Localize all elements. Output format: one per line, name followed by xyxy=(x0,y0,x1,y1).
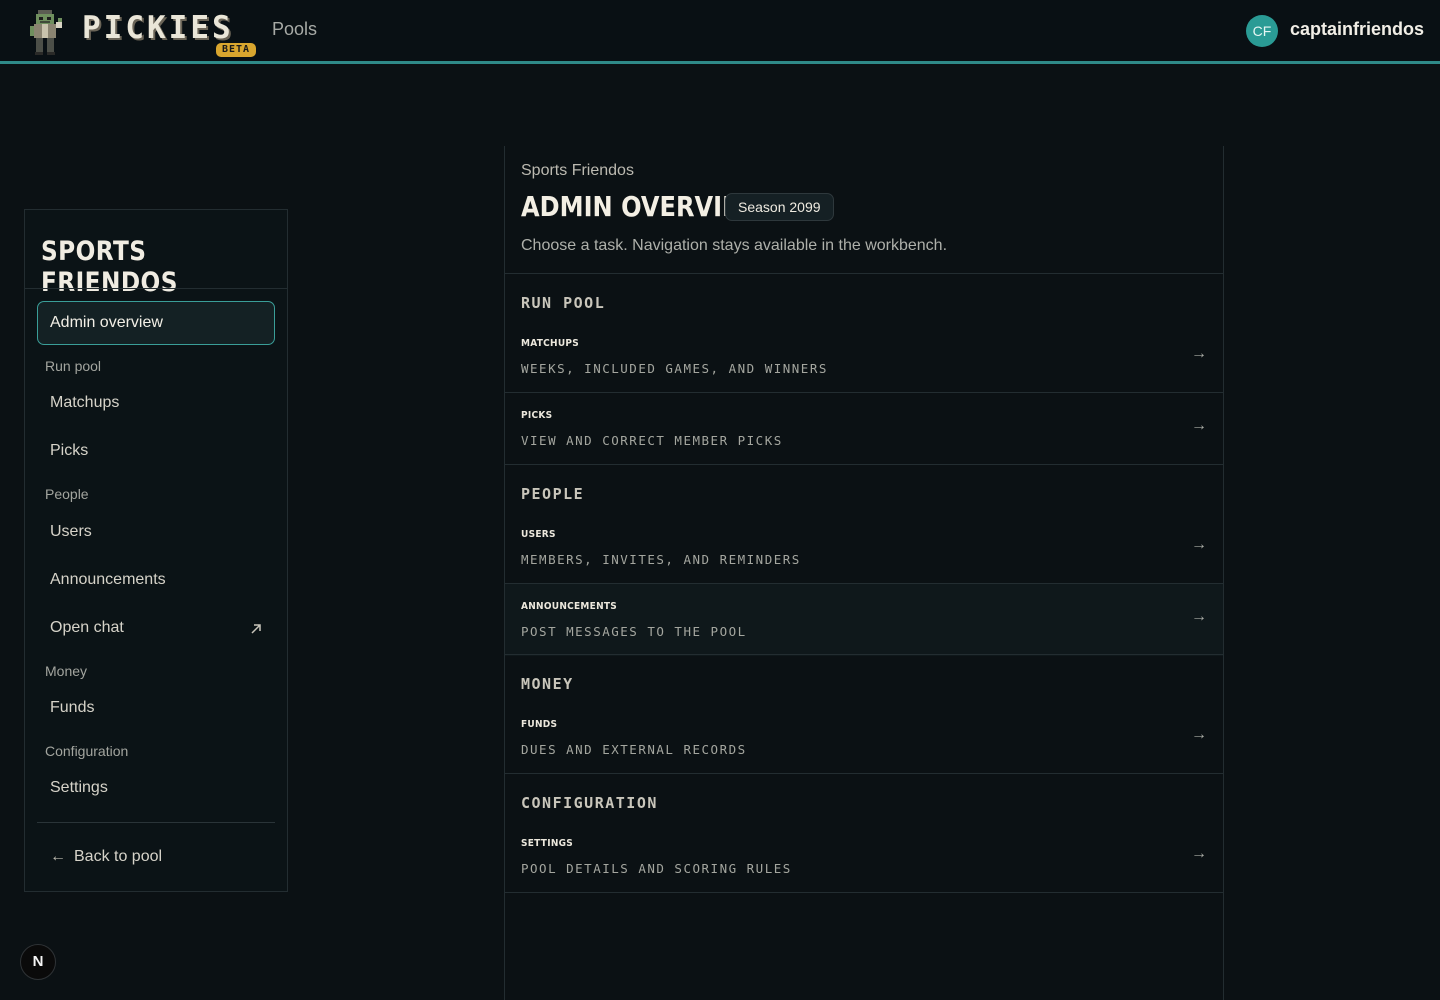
user-avatar[interactable]: CF xyxy=(1246,15,1278,47)
dev-tools-badge[interactable]: N xyxy=(20,944,56,980)
section-heading-configuration: CONFIGURATION xyxy=(521,794,658,812)
task-description: DUES AND EXTERNAL RECORDS xyxy=(521,742,747,757)
task-title: SETTINGS xyxy=(521,838,574,849)
right-arrow-icon: → xyxy=(1191,608,1207,625)
task-row-announcements[interactable]: ANNOUNCEMENTS POST MESSAGES TO THE POOL … xyxy=(505,584,1223,656)
task-title: USERS xyxy=(521,529,556,540)
breadcrumb: Sports Friendos xyxy=(521,162,634,179)
sidebar-item-admin-overview[interactable]: Admin overview xyxy=(37,301,275,345)
task-row-picks[interactable]: PICKS VIEW AND CORRECT MEMBER PICKS → xyxy=(505,393,1223,465)
page-subtitle: Choose a task. Navigation stays availabl… xyxy=(521,237,948,254)
admin-sidebar: Sports Friendos Admin overview Run pool … xyxy=(24,209,288,892)
sidebar-item-settings[interactable]: Settings xyxy=(50,779,108,797)
task-row-settings[interactable]: SETTINGS POOL DETAILS AND SCORING RULES … xyxy=(505,821,1223,893)
section-divider xyxy=(505,273,1223,274)
task-title: ANNOUNCEMENTS xyxy=(521,601,618,612)
right-arrow-icon: → xyxy=(1191,536,1207,553)
back-to-pool-link[interactable]: ← Back to pool xyxy=(50,848,162,866)
task-description: VIEW AND CORRECT MEMBER PICKS xyxy=(521,433,783,448)
season-badge: Season 2099 xyxy=(725,193,834,221)
sidebar-divider xyxy=(37,822,275,823)
right-arrow-icon: → xyxy=(1191,345,1207,362)
sidebar-group-run-pool: Run pool xyxy=(45,358,102,374)
task-title: FUNDS xyxy=(521,719,558,730)
section-divider xyxy=(505,773,1223,774)
sidebar-item-announcements[interactable]: Announcements xyxy=(50,571,166,589)
admin-overview-panel: Sports Friendos Admin Overview Season 20… xyxy=(504,146,1224,1000)
sidebar-item-funds[interactable]: Funds xyxy=(50,699,94,717)
user-name[interactable]: captainfriendos xyxy=(1290,19,1424,40)
nav-link-pools[interactable]: Pools xyxy=(272,19,317,40)
back-to-pool-label: Back to pool xyxy=(74,848,163,865)
external-link-arrow-icon[interactable] xyxy=(249,622,263,636)
task-description: WEEKS, INCLUDED GAMES, AND WINNERS xyxy=(521,361,828,376)
section-divider xyxy=(505,654,1223,655)
right-arrow-icon: → xyxy=(1191,726,1207,743)
beta-badge: BETA xyxy=(216,43,257,57)
section-heading-run-pool: RUN POOL xyxy=(521,294,606,312)
right-arrow-icon: → xyxy=(1191,417,1207,434)
sidebar-item-open-chat[interactable]: Open chat xyxy=(50,619,124,637)
task-description: MEMBERS, INVITES, AND REMINDERS xyxy=(521,552,801,567)
section-divider xyxy=(505,892,1223,893)
sidebar-divider xyxy=(25,288,287,289)
sidebar-group-configuration: Configuration xyxy=(45,743,129,759)
sidebar-item-matchups[interactable]: Matchups xyxy=(50,394,119,412)
sidebar-group-money: Money xyxy=(45,663,88,679)
section-divider xyxy=(505,464,1223,465)
pixel-zombie-mascot-icon[interactable] xyxy=(28,8,68,56)
task-title: PICKS xyxy=(521,410,553,421)
right-arrow-icon: → xyxy=(1191,845,1207,862)
task-row-funds[interactable]: FUNDS DUES AND EXTERNAL RECORDS → xyxy=(505,702,1223,774)
sidebar-item-users[interactable]: Users xyxy=(50,523,92,541)
task-row-matchups[interactable]: MATCHUPS WEEKS, INCLUDED GAMES, AND WINN… xyxy=(505,321,1223,393)
left-arrow-icon: ← xyxy=(50,848,66,865)
task-row-users[interactable]: USERS MEMBERS, INVITES, AND REMINDERS → xyxy=(505,512,1223,584)
section-heading-money: MONEY xyxy=(521,675,574,693)
task-description: POST MESSAGES TO THE POOL xyxy=(521,624,747,639)
top-navigation-bar: PICKIES BETA Pools CF captainfriendos xyxy=(0,0,1440,64)
section-heading-people: PEOPLE xyxy=(521,485,585,503)
task-title: MATCHUPS xyxy=(521,338,580,349)
task-description: POOL DETAILS AND SCORING RULES xyxy=(521,861,792,876)
brand-wordmark[interactable]: PICKIES xyxy=(82,10,234,46)
sidebar-item-picks[interactable]: Picks xyxy=(50,442,88,460)
sidebar-group-people: People xyxy=(45,486,89,502)
